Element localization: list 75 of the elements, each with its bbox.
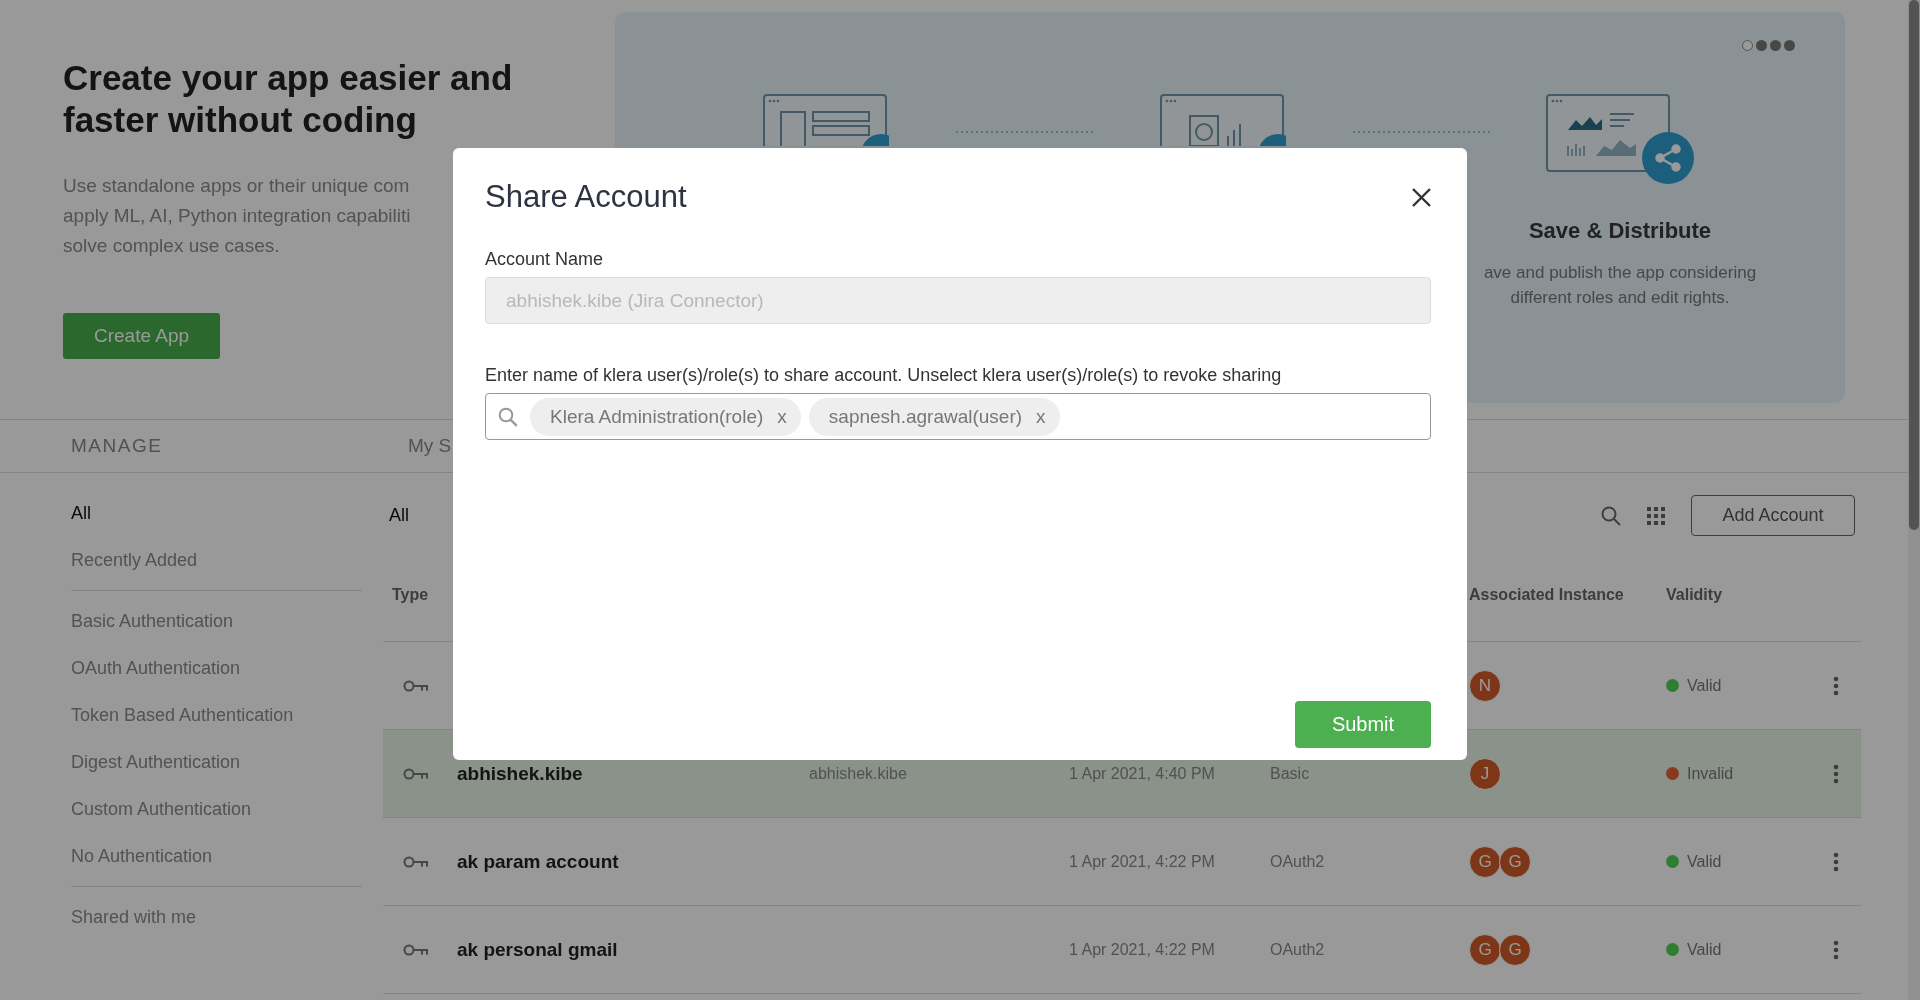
- column-header[interactable]: Validity: [1666, 586, 1723, 603]
- auth-type-cell: OAuth2: [1270, 852, 1325, 870]
- key-icon: [403, 943, 429, 956]
- validity-label: Invalid: [1687, 764, 1734, 783]
- date-cell: 1 Apr 2021, 4:40 PM: [1069, 764, 1215, 782]
- carousel-dot[interactable]: [1756, 40, 1767, 51]
- nav-item[interactable]: Shared with me: [71, 894, 362, 941]
- instance-avatar: G: [1469, 845, 1501, 878]
- create-app-button[interactable]: Create App: [63, 313, 220, 359]
- more-options-icon[interactable]: [1833, 939, 1839, 960]
- field-label: Account Name: [485, 248, 605, 271]
- account-name: ak personal gmail: [457, 938, 618, 960]
- instance-avatar: G: [1499, 845, 1531, 878]
- instance-avatar: J: [1469, 757, 1501, 790]
- chart-window-icon: [1160, 94, 1286, 146]
- account-name: ak param account: [457, 850, 619, 872]
- auth-type-cell: Basic: [1270, 764, 1310, 782]
- step-title: Save & Distribute: [1528, 218, 1712, 244]
- nav-item[interactable]: Token Based Authentication: [71, 692, 362, 739]
- key-icon: [403, 855, 429, 868]
- carousel-dot[interactable]: [1742, 40, 1753, 51]
- step-description-line: different roles and edit rights.: [1509, 287, 1731, 309]
- add-account-button[interactable]: Add Account: [1691, 495, 1855, 536]
- nav-item[interactable]: Recently Added: [71, 537, 362, 584]
- date-cell: 1 Apr 2021, 4:22 PM: [1069, 852, 1215, 870]
- hero-description-line: Use standalone apps or their unique com: [63, 174, 410, 198]
- step-description-line: ave and publish the app considering: [1483, 262, 1757, 284]
- nav-item[interactable]: All: [71, 490, 362, 537]
- hero-description-line: solve complex use cases.: [63, 234, 280, 258]
- field-label: Enter name of klera user(s)/role(s) to share account. Unselect klera user(s)/role(s) to revoke sharing: [485, 364, 1283, 387]
- share-input-field[interactable]: Klera Administration(role) x sapnesh.agrawal(user) x: [485, 393, 1431, 440]
- search-icon: [498, 406, 518, 427]
- date-cell: 1 Apr 2021, 4:22 PM: [1069, 940, 1215, 958]
- hero-heading: Create your app easier and faster without coding: [63, 57, 514, 141]
- carousel-dot[interactable]: [1784, 40, 1795, 51]
- table-cell: abhishek.kibe: [809, 764, 907, 782]
- tag-label: sapnesh.agrawal(user): [828, 405, 1023, 428]
- section-title: MANAGE: [71, 435, 164, 457]
- hero-description-line: apply ML, AI, Python integration capabiliti: [63, 204, 411, 228]
- instance-avatar: N: [1469, 669, 1501, 702]
- nav-item[interactable]: Digest Authentication: [71, 739, 362, 786]
- key-icon: [403, 767, 429, 780]
- more-options-icon[interactable]: [1833, 851, 1839, 872]
- scrollbar-thumb[interactable]: [1909, 0, 1919, 530]
- nav-item[interactable]: OAuth Authentication: [71, 645, 362, 692]
- nav-item[interactable]: No Authentication: [71, 833, 362, 880]
- dashboard-share-icon: [1546, 94, 1694, 186]
- remove-tag-button[interactable]: x: [777, 405, 787, 428]
- table-row[interactable]: ak param account 1 Apr 2021, 4:22 PM OAuth2 G G Valid: [383, 818, 1861, 906]
- section-tab[interactable]: My S: [408, 435, 452, 457]
- column-header[interactable]: Associated Instance: [1469, 586, 1624, 603]
- filter-label: All: [389, 505, 410, 526]
- grid-view-icon[interactable]: [1647, 506, 1665, 525]
- validity-label: Valid: [1687, 940, 1722, 959]
- nav-item[interactable]: Basic Authentication: [71, 598, 362, 645]
- key-icon: [403, 679, 429, 692]
- instance-avatar: G: [1469, 933, 1501, 966]
- account-name: abhishek.kibe: [457, 762, 583, 784]
- submit-button[interactable]: Submit: [1295, 701, 1431, 748]
- search-icon[interactable]: [1601, 505, 1621, 526]
- nav-item[interactable]: Custom Authentication: [71, 786, 362, 833]
- table-row[interactable]: ak personal gmail 1 Apr 2021, 4:22 PM OAuth2 G G Valid: [383, 906, 1861, 994]
- more-options-icon[interactable]: [1833, 675, 1839, 696]
- instance-avatar: G: [1499, 933, 1531, 966]
- close-icon[interactable]: [1412, 187, 1431, 207]
- layout-window-icon: [763, 94, 889, 146]
- validity-label: Valid: [1687, 852, 1722, 871]
- dialog-title: Share Account: [485, 178, 687, 216]
- tag-label: Klera Administration(role): [550, 405, 764, 428]
- column-header[interactable]: Type: [392, 586, 429, 603]
- carousel-dot[interactable]: [1770, 40, 1781, 51]
- auth-type-cell: OAuth2: [1270, 940, 1325, 958]
- validity-label: Valid: [1687, 676, 1722, 695]
- remove-tag-button[interactable]: x: [1036, 405, 1046, 428]
- more-options-icon[interactable]: [1833, 763, 1839, 784]
